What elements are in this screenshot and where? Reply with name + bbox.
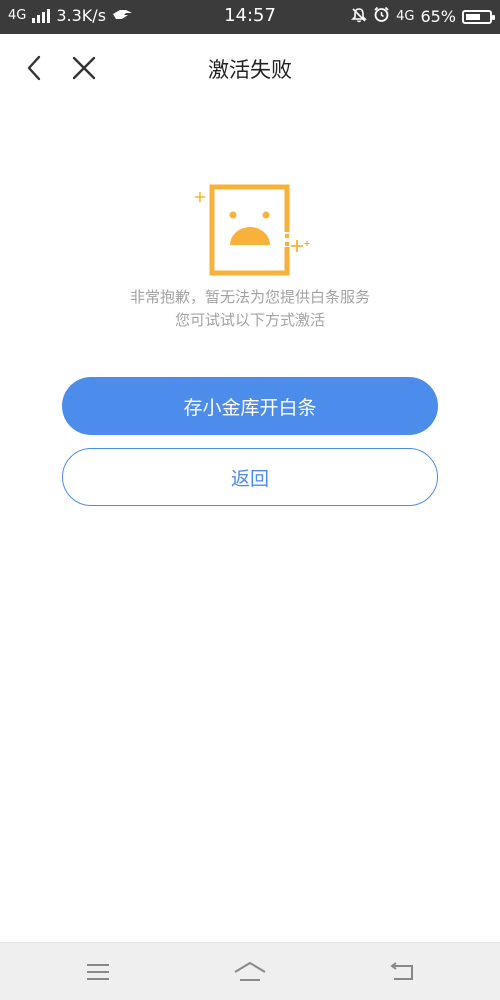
status-right: 4G 65% [351, 6, 495, 27]
alarm-icon [373, 6, 390, 27]
battery-percent: 65% [420, 7, 456, 26]
system-nav-bar [0, 942, 500, 1000]
battery-icon [462, 9, 495, 24]
screen: 4G 3.3K/s 14:57 4G 65% 激活失败 非常抱歉，暂无法为您提供… [0, 0, 500, 1000]
error-message-line1: 非常抱歉，暂无法为您提供白条服务 [129, 288, 370, 306]
nav-back-button[interactable] [382, 957, 422, 987]
network-type-right: 4G [396, 9, 415, 24]
menu-icon [87, 964, 109, 980]
home-icon [234, 962, 266, 981]
menu-button[interactable] [78, 957, 118, 987]
header: 激活失败 [0, 34, 500, 102]
error-message: 非常抱歉，暂无法为您提供白条服务 您可试试以下方式激活 [0, 286, 500, 332]
status-bar: 4G 3.3K/s 14:57 4G 65% [0, 0, 500, 34]
sad-face-icon [190, 182, 315, 282]
home-button[interactable] [230, 957, 270, 987]
open-baitiao-button[interactable]: 存小金库开白条 [62, 377, 438, 435]
battery-fill [466, 13, 480, 20]
back-icon [390, 962, 413, 980]
return-button[interactable]: 返回 [62, 448, 438, 506]
mute-bell-icon [351, 7, 368, 27]
error-message-line2: 您可试试以下方式激活 [174, 311, 325, 329]
page-title: 激活失败 [208, 58, 292, 82]
